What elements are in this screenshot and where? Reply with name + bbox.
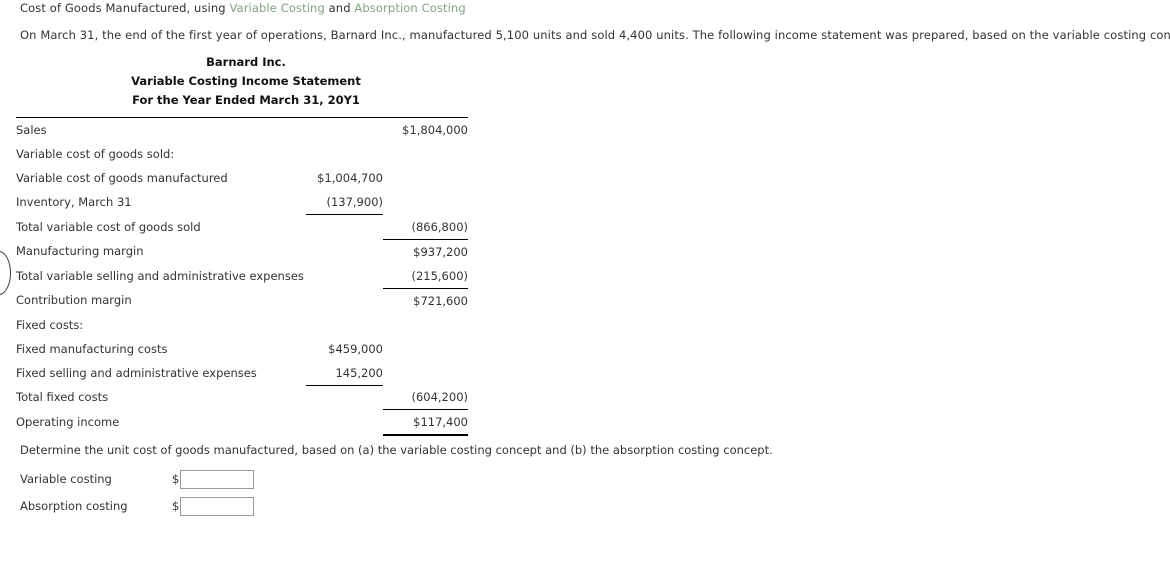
dollar-sign-icon: $: [172, 472, 180, 486]
table-row: Manufacturing margin $937,200: [16, 239, 468, 264]
topic-prefix-text: Cost of Goods Manufactured, using: [20, 1, 230, 15]
row-amount-col2: [383, 190, 468, 215]
row-amount-col1: $1,004,700: [317, 171, 383, 185]
topic-conjunction-text: and: [324, 1, 355, 15]
row-amount-col2: [383, 337, 468, 361]
question-prompt: Determine the unit cost of goods manufac…: [20, 443, 773, 457]
row-amount-col1: [306, 313, 383, 337]
dollar-sign-icon: $: [172, 499, 180, 513]
row-amount-col2: [383, 166, 468, 190]
answer-row-variable-costing: Variable costing $: [20, 468, 255, 490]
row-amount-col2: [383, 142, 468, 166]
row-amount-col2: (866,800): [383, 214, 468, 240]
row-amount-col1: [306, 264, 383, 289]
table-row: Total variable cost of goods sold (866,8…: [16, 214, 468, 240]
row-amount-col2: [383, 361, 468, 386]
row-label: Fixed selling and administrative expense…: [16, 365, 257, 380]
table-row: Contribution margin $721,600: [16, 288, 468, 313]
table-row: Inventory, March 31 (137,900): [16, 190, 468, 215]
income-statement-table: Sales $1,804,000 Variable cost of goods …: [16, 117, 468, 436]
row-amount-col1: [306, 142, 383, 166]
row-label: Sales: [16, 117, 306, 142]
row-amount-col1: [306, 239, 383, 264]
row-label: Inventory, March 31: [16, 195, 132, 210]
row-amount-col2: (604,200): [383, 385, 468, 410]
row-label: Fixed costs:: [16, 317, 84, 332]
table-row: Sales $1,804,000: [16, 117, 468, 142]
absorption-costing-link[interactable]: Absorption Costing: [354, 1, 465, 15]
table-row: Variable cost of goods manufactured $1,0…: [16, 166, 468, 190]
absorption-costing-input[interactable]: [180, 496, 255, 516]
row-amount-col1: $459,000: [328, 341, 383, 356]
row-amount-col2: [383, 313, 468, 337]
row-label: Variable cost of goods manufactured: [16, 171, 228, 185]
row-amount-col2: $937,200: [413, 244, 468, 259]
circle-annotation-icon: [0, 251, 11, 295]
row-amount-col2: (215,600): [383, 263, 468, 289]
row-label: Contribution margin: [16, 293, 132, 308]
topic-heading: Cost of Goods Manufactured, using Variab…: [20, 1, 466, 15]
row-amount-col1: [306, 117, 383, 142]
variable-costing-link[interactable]: Variable Costing: [229, 1, 324, 15]
answer-row-absorption-costing: Absorption costing $: [20, 495, 255, 517]
absorption-costing-label: Absorption costing: [20, 499, 128, 513]
row-label: Total fixed costs: [16, 390, 109, 405]
row-label: Total variable selling and administrativ…: [16, 268, 304, 283]
row-amount-col1: [306, 385, 383, 410]
variable-costing-input[interactable]: [180, 469, 255, 489]
table-row: Fixed manufacturing costs $459,000: [16, 337, 468, 361]
row-amount-col1: [306, 410, 383, 436]
row-amount-col1: (137,900): [306, 190, 383, 215]
row-label: Manufacturing margin: [16, 244, 144, 259]
problem-statement-text: On March 31, the end of the first year o…: [20, 28, 1170, 42]
row-amount-col2: $1,804,000: [383, 117, 468, 142]
row-amount-col1: [306, 288, 383, 313]
row-amount-col1: [306, 215, 383, 240]
table-row: Fixed costs:: [16, 313, 468, 337]
table-row: Fixed selling and administrative expense…: [16, 360, 468, 386]
table-row: Variable cost of goods sold:: [16, 142, 468, 166]
statement-company-name: Barnard Inc.: [206, 55, 286, 69]
table-row: Operating income $117,400: [16, 409, 468, 436]
statement-period: For the Year Ended March 31, 20Y1: [132, 93, 360, 107]
row-amount-col1: 145,200: [306, 360, 383, 386]
row-label: Operating income: [16, 415, 120, 430]
table-row: Total fixed costs (604,200): [16, 385, 468, 410]
row-amount-col2: $721,600: [413, 293, 468, 308]
table-row: Total variable selling and administrativ…: [16, 263, 468, 289]
variable-costing-label: Variable costing: [20, 472, 112, 486]
row-label: Fixed manufacturing costs: [16, 341, 168, 356]
row-label: Variable cost of goods sold:: [16, 147, 175, 161]
row-label: Total variable cost of goods sold: [16, 219, 201, 234]
row-amount-col2: $117,400: [383, 409, 468, 436]
income-statement: Barnard Inc. Variable Costing Income Sta…: [16, 52, 468, 436]
statement-title: Variable Costing Income Statement: [131, 74, 361, 88]
